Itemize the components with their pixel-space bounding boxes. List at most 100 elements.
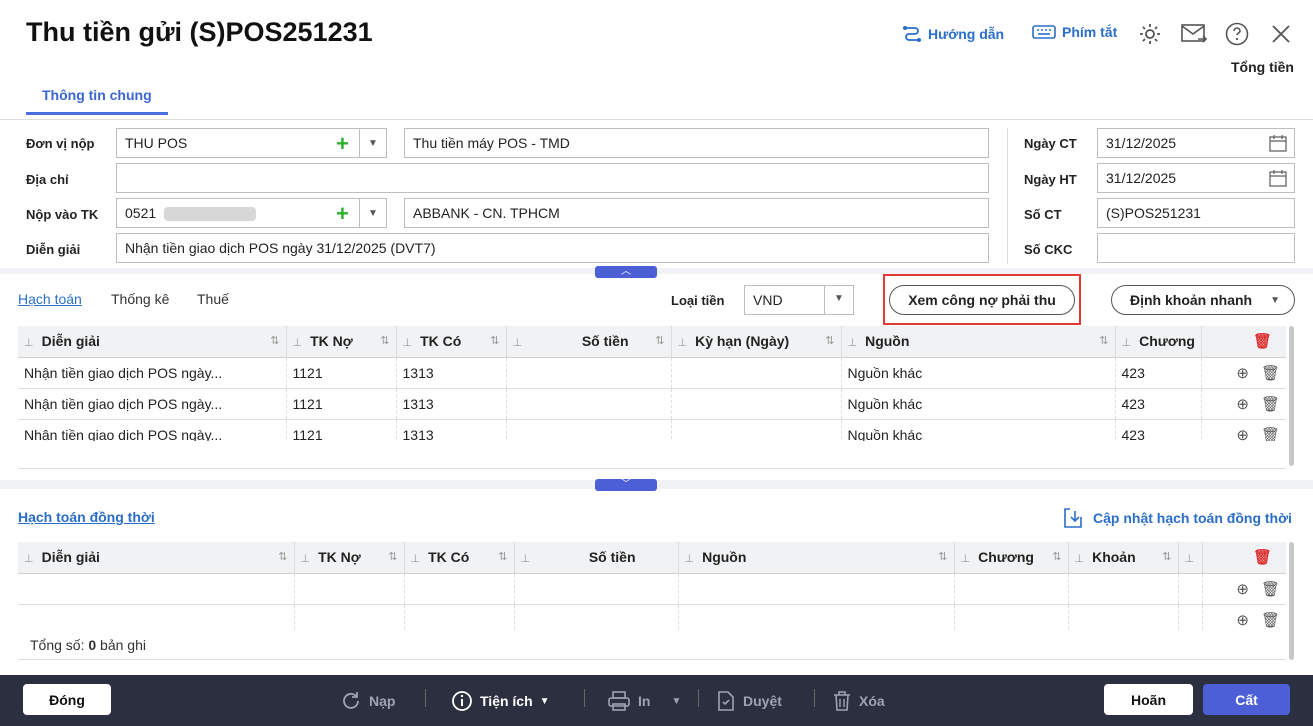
gear-icon[interactable] — [1138, 22, 1162, 46]
col-header[interactable]: ⊥ — [1178, 542, 1203, 574]
delete-button[interactable]: Xóa — [832, 690, 885, 712]
cell-term[interactable] — [671, 388, 842, 420]
desc-input[interactable]: Nhận tiền giao dịch POS ngày 31/12/2025 … — [116, 233, 989, 263]
quick-entry-button[interactable]: Định khoản nhanh ▼ — [1111, 285, 1295, 315]
delete-all-header[interactable]: 🗑 — [1202, 542, 1286, 574]
pin-icon[interactable]: ⊥ — [1075, 553, 1085, 565]
tab-statistics[interactable]: Thống kê — [111, 291, 169, 307]
payer-name-input[interactable]: Thu tiền máy POS - TMD — [404, 128, 989, 158]
col-header[interactable]: ⊥ Nguồn ⇅ — [841, 326, 1116, 358]
scrollbar[interactable] — [1289, 542, 1294, 660]
cell-source[interactable]: Nguồn khác — [841, 357, 1116, 389]
cell-amount[interactable] — [506, 357, 672, 389]
cell[interactable] — [678, 573, 955, 605]
col-header[interactable]: ⊥ Diễn giải ⇅ — [18, 326, 287, 358]
view-debt-button[interactable]: Xem công nợ phải thu — [889, 285, 1075, 315]
simultaneous-label[interactable]: Hạch toán đồng thời — [18, 509, 155, 525]
cell[interactable] — [18, 573, 295, 605]
cell[interactable] — [294, 573, 405, 605]
col-header[interactable]: ⊥ Nguồn ⇅ — [678, 542, 955, 574]
table-row[interactable]: ⊕ 🗑 — [18, 573, 1286, 605]
col-header[interactable]: ⊥ Khoản ⇅ — [1068, 542, 1179, 574]
pin-icon[interactable]: ⊥ — [403, 337, 413, 349]
trash-icon[interactable]: 🗑 — [1261, 580, 1280, 598]
print-button[interactable]: In ▼ — [607, 690, 681, 712]
pin-icon[interactable]: ⊥ — [521, 552, 531, 565]
pin-icon[interactable]: ⊥ — [24, 553, 34, 565]
pin-icon[interactable]: ⊥ — [24, 337, 34, 349]
col-header[interactable]: ⊥ Chương — [1115, 326, 1202, 358]
sort-icon[interactable]: ⇅ — [655, 334, 664, 347]
account-input[interactable]: 0521 — [116, 198, 360, 228]
sort-icon[interactable]: ⇅ — [1099, 334, 1108, 347]
mail-icon[interactable] — [1181, 23, 1207, 45]
approve-button[interactable]: Duyệt — [716, 690, 782, 712]
col-header[interactable]: ⊥ Kỳ hạn (Ngày) ⇅ — [671, 326, 842, 358]
pin-icon[interactable]: ⊥ — [301, 553, 311, 565]
add-row-icon[interactable]: ⊕ — [1236, 364, 1249, 382]
col-header[interactable]: ⊥ TK Có ⇅ — [404, 542, 515, 574]
table-row[interactable]: Nhận tiền giao dịch POS ngày... 1121 131… — [18, 388, 1286, 420]
cell[interactable] — [1068, 573, 1179, 605]
so-ct-input[interactable]: (S)POS251231 — [1097, 198, 1295, 228]
guide-link[interactable]: Hướng dẫn — [902, 24, 1004, 44]
add-row-icon[interactable]: ⊕ — [1236, 611, 1249, 629]
delete-all-icon[interactable]: 🗑 — [1253, 333, 1272, 350]
sort-icon[interactable]: ⇅ — [270, 334, 279, 347]
so-ckc-input[interactable] — [1097, 233, 1295, 263]
sort-icon[interactable]: ⇅ — [498, 550, 507, 563]
trash-icon[interactable]: 🗑 — [1261, 611, 1280, 629]
scrollbar[interactable] — [1289, 326, 1294, 466]
address-input[interactable] — [116, 163, 989, 193]
cell-chapter[interactable]: 423 — [1115, 357, 1202, 389]
cell[interactable] — [954, 573, 1069, 605]
col-header[interactable]: ⊥ Chương ⇅ — [954, 542, 1069, 574]
cell-debit[interactable]: 1121 — [286, 388, 397, 420]
col-header[interactable]: ⊥ Diễn giải ⇅ — [18, 542, 295, 574]
add-row-icon[interactable]: ⊕ — [1236, 580, 1249, 598]
update-simultaneous-link[interactable]: Cập nhật hạch toán đồng thời — [1063, 507, 1292, 529]
shortcut-link[interactable]: Phím tắt — [1032, 24, 1117, 40]
pin-icon[interactable]: ⊥ — [678, 337, 688, 349]
cell-source[interactable]: Nguồn khác — [841, 388, 1116, 420]
cell[interactable] — [1178, 573, 1203, 605]
col-header[interactable]: ⊥ TK Nợ ⇅ — [286, 326, 397, 358]
pin-icon[interactable]: ⊥ — [685, 553, 695, 565]
pin-icon[interactable]: ⊥ — [848, 337, 858, 349]
save-button[interactable]: Cất — [1203, 684, 1290, 715]
cell-credit[interactable]: 1313 — [396, 388, 507, 420]
cell-amount[interactable] — [506, 388, 672, 420]
tab-accounting[interactable]: Hạch toán — [18, 291, 82, 307]
add-payer-icon[interactable]: + — [336, 131, 349, 157]
col-header[interactable]: ⊥ TK Nợ ⇅ — [294, 542, 405, 574]
date-ct-input[interactable]: 31/12/2025 — [1097, 128, 1295, 158]
pin-icon[interactable]: ⊥ — [513, 336, 523, 349]
collapse-button[interactable]: ︿ — [595, 266, 657, 278]
add-row-icon[interactable]: ⊕ — [1236, 395, 1249, 413]
cell-chapter[interactable]: 423 — [1115, 388, 1202, 420]
trash-icon[interactable]: 🗑 — [1261, 364, 1280, 382]
sort-icon[interactable]: ⇅ — [278, 550, 287, 563]
expand-button[interactable]: ﹀ — [595, 479, 657, 491]
sort-icon[interactable]: ⇅ — [938, 550, 947, 563]
calendar-icon[interactable] — [1269, 170, 1287, 187]
cell-desc[interactable]: Nhận tiền giao dịch POS ngày... — [18, 388, 287, 420]
payer-input[interactable]: THU POS — [116, 128, 360, 158]
tab-tax[interactable]: Thuế — [197, 291, 229, 307]
cell[interactable] — [404, 573, 515, 605]
sort-icon[interactable]: ⇅ — [825, 334, 834, 347]
col-header[interactable]: ⊥ Số tiền ⇅ — [506, 326, 672, 358]
pin-icon[interactable]: ⊥ — [961, 553, 971, 565]
cell[interactable] — [514, 573, 679, 605]
help-icon[interactable] — [1225, 22, 1249, 46]
delete-all-header[interactable]: 🗑 — [1201, 326, 1286, 358]
sort-icon[interactable]: ⇅ — [1162, 550, 1171, 563]
calendar-icon[interactable] — [1269, 135, 1287, 152]
reload-button[interactable]: Nạp — [340, 690, 395, 712]
close-icon[interactable] — [1271, 24, 1291, 44]
account-dropdown[interactable]: ▼ — [359, 198, 387, 228]
cell-credit[interactable]: 1313 — [396, 357, 507, 389]
add-account-icon[interactable]: + — [336, 201, 349, 227]
pin-icon[interactable]: ⊥ — [1185, 553, 1195, 565]
tab-general[interactable]: Thông tin chung — [26, 81, 168, 115]
